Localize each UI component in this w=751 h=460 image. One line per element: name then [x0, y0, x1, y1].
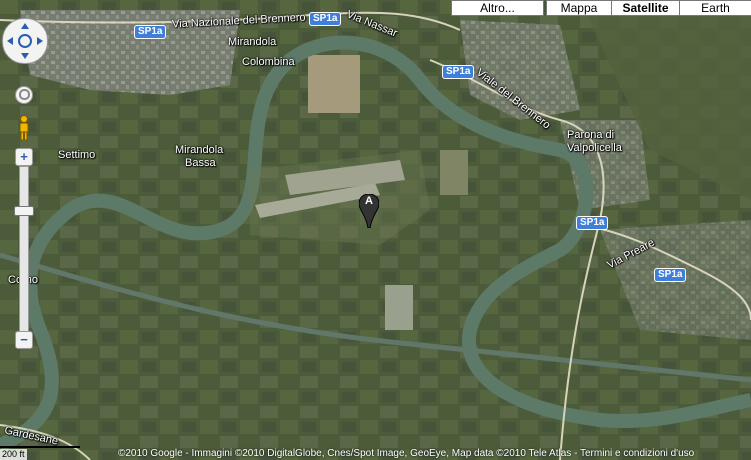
zoom-slider-track[interactable] [19, 166, 29, 332]
route-shield-sp1a: SP1a [654, 268, 687, 282]
route-shield-sp1a: SP1a [442, 65, 475, 79]
place-label-settimo: Settimo [58, 149, 96, 161]
pan-arrows-icon [7, 23, 43, 59]
field-light [440, 150, 468, 195]
place-label-mirandola: Mirandola [228, 36, 277, 48]
route-shield-sp1a: SP1a [309, 12, 342, 26]
place-label-mirandola-bassa-line2: Bassa [185, 157, 216, 169]
route-shield-sp1a: SP1a [576, 216, 609, 230]
map-type-altro[interactable]: Altro... [451, 0, 544, 16]
reset-view-button[interactable] [15, 86, 33, 104]
field-light [385, 285, 413, 330]
place-label-mirandola-bassa-line1: Mirandola [175, 144, 224, 156]
zoom-in-button[interactable]: + [15, 148, 33, 166]
map-attribution: ©2010 Google - Immagini ©2010 DigitalGlo… [118, 448, 695, 459]
pegman-icon[interactable] [17, 115, 31, 141]
scale-bar: 200 ft [0, 449, 27, 460]
streetview-person-icon [19, 115, 29, 141]
map-type-mappa[interactable]: Mappa [546, 0, 612, 16]
place-label-parona-line2: Valpolicella [567, 142, 622, 154]
scale-bar-line [0, 446, 80, 448]
pan-control[interactable] [2, 18, 48, 64]
satellite-imagery[interactable] [0, 0, 751, 460]
route-shield-sp1a: SP1a [134, 25, 167, 39]
map-type-satellite[interactable]: Satellite [611, 0, 680, 16]
map-type-earth[interactable]: Earth [679, 0, 751, 16]
circle-icon [18, 89, 30, 100]
map-marker-a[interactable]: A [358, 193, 380, 229]
field-light [308, 55, 360, 113]
zoom-out-button[interactable]: − [15, 331, 33, 349]
place-label-colombina: Colombina [242, 56, 295, 68]
place-label-parona-line1: Parona di [567, 129, 615, 141]
zoom-slider-handle[interactable] [14, 206, 34, 216]
marker-label: A [365, 195, 373, 207]
